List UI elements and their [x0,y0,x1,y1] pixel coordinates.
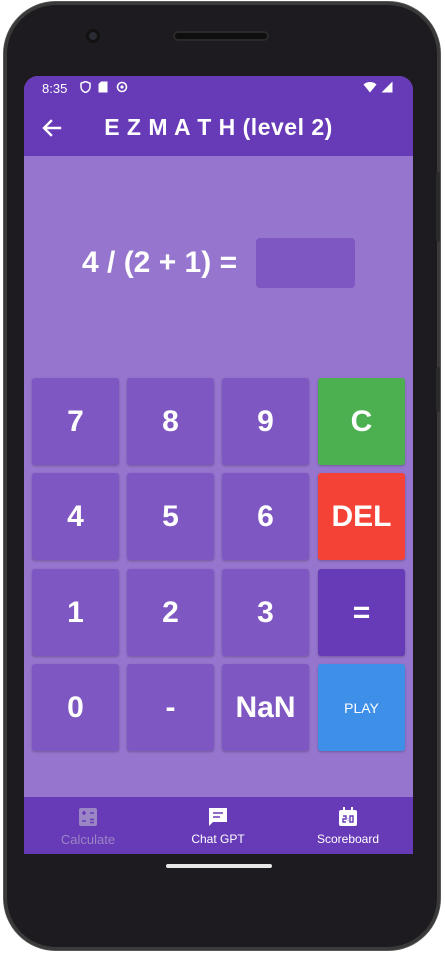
key-1[interactable]: 1 [32,569,119,656]
earpiece-speaker [173,31,269,41]
scoreboard-icon [337,806,359,828]
calculator-icon [77,806,99,828]
key-8[interactable]: 8 [127,378,214,465]
key-4[interactable]: 4 [32,473,119,560]
key-5[interactable]: 5 [127,473,214,560]
volume-button [436,172,440,242]
key-2[interactable]: 2 [127,569,214,656]
nav-label-scoreboard: Scoreboard [316,832,380,846]
power-button [436,367,440,412]
status-time: 8:35 [42,81,68,96]
shield-icon [80,80,91,94]
delete-button[interactable]: DEL [318,473,405,560]
home-indicator[interactable] [166,864,272,868]
play-button[interactable]: PLAY [318,664,405,751]
equals-button[interactable]: = [318,569,405,656]
key-minus[interactable]: - [127,664,214,751]
clear-button[interactable]: C [318,378,405,465]
nav-item-chat-gpt[interactable]: Chat GPT [174,797,262,854]
front-camera [86,29,100,43]
key-6[interactable]: 6 [222,473,309,560]
nav-item-scoreboard[interactable]: Scoreboard [304,797,392,854]
math-question: 4 / (2 + 1) = [82,246,238,279]
sync-icon [116,81,128,93]
answer-field[interactable] [256,238,355,288]
key-7[interactable]: 7 [32,378,119,465]
wifi-icon [363,81,377,96]
key-nan[interactable]: NaN [222,664,309,751]
app-bar: E Z M A T H (level 2) [24,100,413,156]
app-screen: 8:35 E Z M A T H (level 2) 4 / (2 + 1) =… [24,76,413,854]
chat-icon [207,806,229,828]
page-title: E Z M A T H (level 2) [104,114,333,140]
nav-item-calculate[interactable]: Calculate [44,797,132,854]
key-0[interactable]: 0 [32,664,119,751]
status-bar: 8:35 [24,76,413,100]
bottom-navigation: Calculate Chat GPT Scoreboard [24,797,413,854]
signal-icon [381,81,393,96]
key-3[interactable]: 3 [222,569,309,656]
sim-card-icon [98,81,109,93]
nav-label-chat-gpt: Chat GPT [191,832,245,846]
nav-label-calculate: Calculate [60,832,116,847]
key-9[interactable]: 9 [222,378,309,465]
